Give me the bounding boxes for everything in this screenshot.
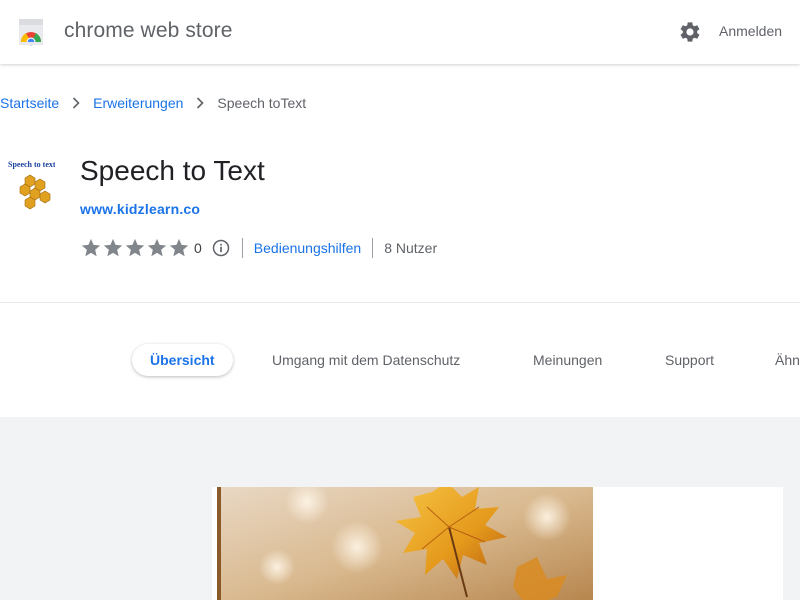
screenshot-image[interactable] <box>217 487 593 600</box>
star-empty-icon <box>103 238 123 257</box>
tab-related[interactable]: Ähn <box>775 344 800 376</box>
breadcrumb: Startseite Erweiterungen Speech toText <box>0 95 306 111</box>
breadcrumb-current: Speech toText <box>217 95 307 111</box>
store-title[interactable]: chrome web store <box>64 19 233 43</box>
tab-overview[interactable]: Übersicht <box>132 344 233 376</box>
tab-privacy[interactable]: Umgang mit dem Datenschutz <box>272 344 460 376</box>
category-link[interactable]: Bedienungshilfen <box>254 240 361 256</box>
rating-stars <box>80 237 190 259</box>
svg-text:Speech to text: Speech to text <box>8 160 55 169</box>
chevron-right-icon <box>197 97 205 109</box>
screenshot-gallery <box>0 417 800 600</box>
extension-meta: 0 Bedienungshilfen 8 Nutzer <box>80 236 437 260</box>
breadcrumb-home[interactable]: Startseite <box>0 95 59 111</box>
star-empty-icon <box>125 238 145 257</box>
extension-title: Speech to Text <box>80 155 265 186</box>
star-empty-icon <box>147 238 167 257</box>
tab-support[interactable]: Support <box>665 344 714 376</box>
divider <box>241 238 243 258</box>
gear-icon[interactable] <box>678 20 702 44</box>
tab-reviews[interactable]: Meinungen <box>533 344 602 376</box>
info-icon[interactable] <box>211 238 231 258</box>
section-divider <box>0 302 800 303</box>
rating-count: 0 <box>194 240 202 256</box>
chrome-web-store-logo-icon[interactable] <box>17 18 45 46</box>
top-bar: chrome web store Anmelden <box>0 0 800 64</box>
extension-logo-icon: Speech to text <box>7 158 55 214</box>
star-empty-icon <box>169 238 189 257</box>
user-count: 8 Nutzer <box>384 240 438 256</box>
star-empty-icon <box>81 238 101 257</box>
divider <box>372 238 374 258</box>
detail-tabs: Übersicht Umgang mit dem Datenschutz Mei… <box>0 344 800 378</box>
developer-website-link[interactable]: www.kidzlearn.co <box>80 201 200 217</box>
signin-button[interactable]: Anmelden <box>719 23 782 39</box>
chevron-right-icon <box>73 97 80 109</box>
breadcrumb-extensions[interactable]: Erweiterungen <box>93 95 183 111</box>
